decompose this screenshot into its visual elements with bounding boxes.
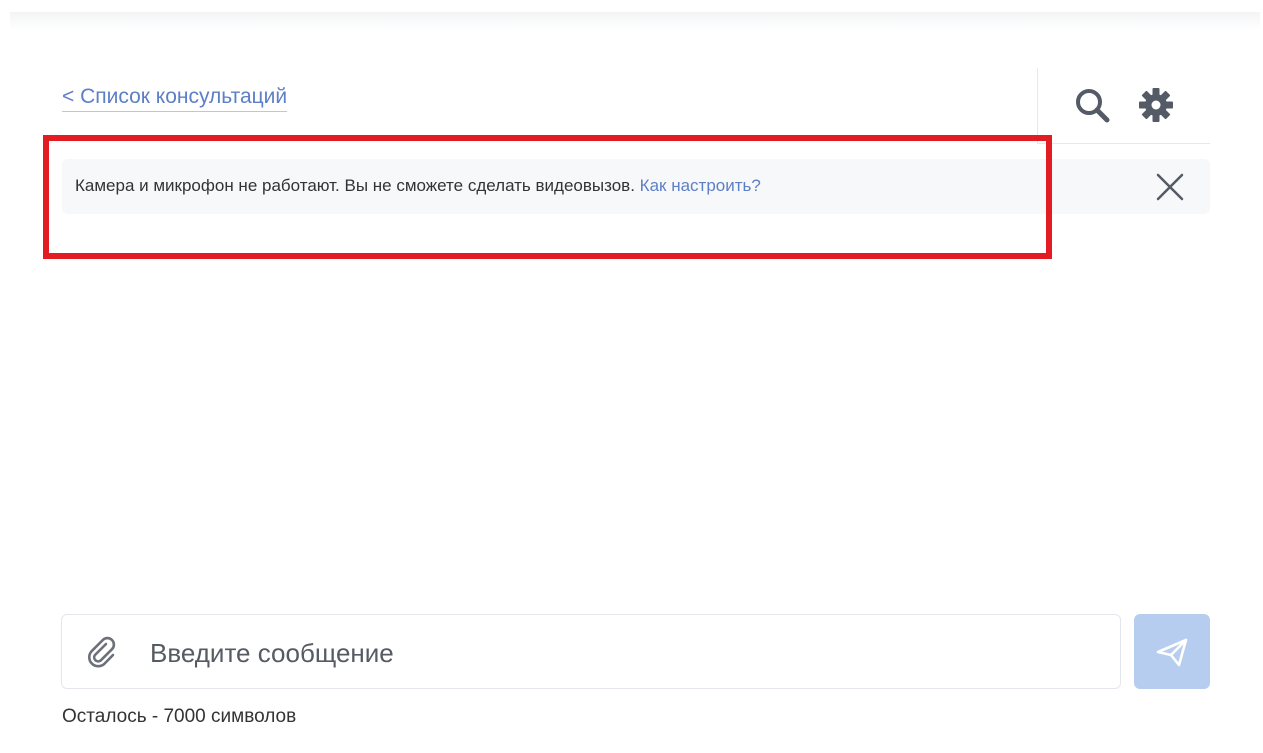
send-button[interactable] [1134,614,1210,689]
back-to-consultations-link[interactable]: < Список консультаций [62,84,288,112]
close-icon [1156,173,1184,201]
search-button[interactable] [1072,85,1112,125]
paperclip-icon [88,636,116,668]
top-shadow [10,12,1260,30]
search-icon [1076,89,1110,123]
gear-icon [1139,88,1173,122]
horizontal-divider [1038,143,1210,144]
camera-warning-message: Камера и микрофон не работают. Вы не смо… [75,176,635,195]
camera-warning-banner: Камера и микрофон не работают. Вы не смо… [62,159,1210,214]
attach-file-button[interactable] [84,635,120,671]
vertical-divider [1037,68,1038,144]
how-to-setup-link[interactable]: Как настроить? [640,176,761,195]
close-banner-button[interactable] [1152,169,1188,205]
send-icon [1156,638,1188,667]
message-composer [61,614,1121,689]
settings-button[interactable] [1136,85,1176,125]
message-input[interactable] [148,633,1092,673]
camera-warning-text: Камера и микрофон не работают. Вы не смо… [75,175,761,197]
characters-remaining: Осталось - 7000 символов [62,706,297,727]
